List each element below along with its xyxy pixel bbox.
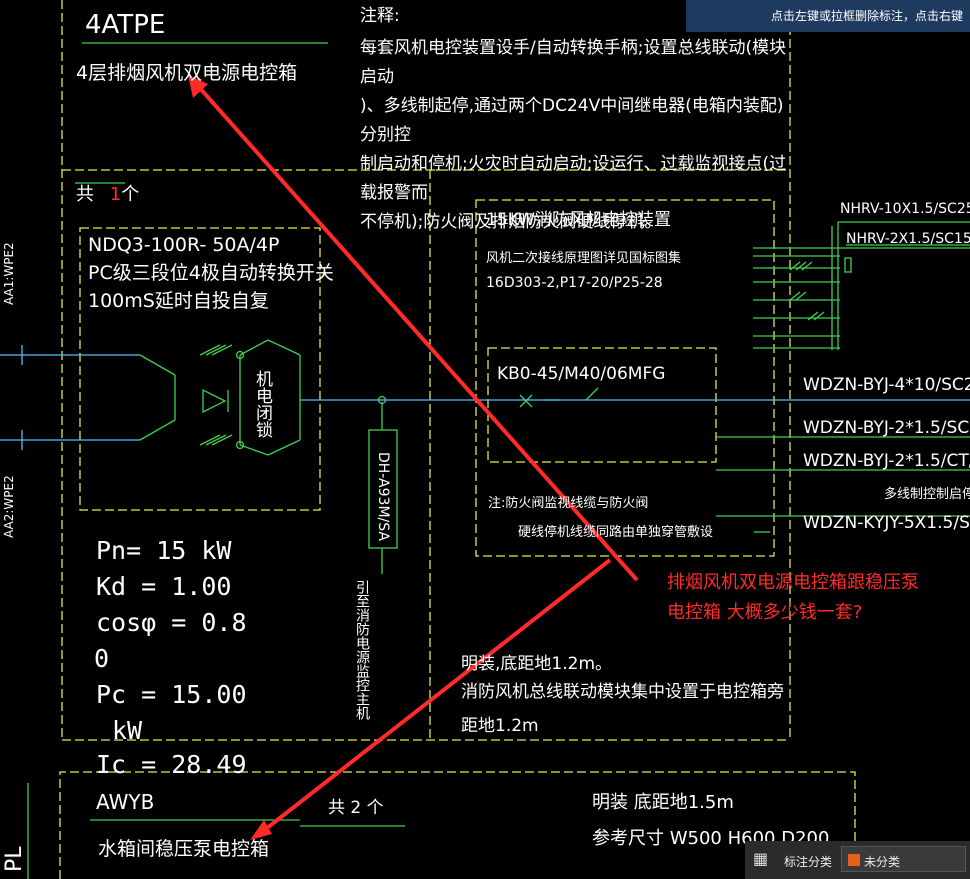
param-pc: Pc = 15.00 bbox=[96, 680, 247, 709]
param-pc-unit: kW bbox=[112, 716, 143, 745]
question-line-1: 排烟风机双电源电控箱跟稳压泵 bbox=[667, 572, 919, 593]
panel-name-pump: 水箱间稳压泵电控箱 bbox=[98, 838, 270, 860]
fire-link-label: 引至消防电源监控主机 bbox=[354, 580, 370, 720]
fan-device-ref: 风机二次接线原理图详见国标图集 bbox=[486, 251, 682, 266]
note-line: )、多线制起停,通过两个DC24V中间继电器(电箱内装配)分别控 bbox=[360, 96, 784, 145]
note-text: 每套风机电控装置设手/自动转换手柄;设置总线联动(模块启动 )、多线制起停,通过… bbox=[360, 34, 790, 237]
switch-spec-delay: 100mS延时自投自复 bbox=[88, 290, 269, 312]
note-line: 每套风机电控装置设手/自动转换手柄;设置总线联动(模块启动 bbox=[360, 38, 787, 87]
cable-nhrv-10: NHRV-10X1.5/SC25 bbox=[840, 201, 970, 217]
switch-spec-type: PC级三段位4极自动转换开关 bbox=[88, 262, 334, 284]
interlock-label: 机电闭锁 bbox=[252, 370, 272, 438]
quantity-label: 共 1个 bbox=[76, 186, 139, 204]
cable-control-3: WDZN-KYJY-5X1.5/S bbox=[803, 513, 970, 533]
panel-code-awyb: AWYB bbox=[96, 790, 155, 814]
param-cos-cont: 0 bbox=[94, 644, 110, 673]
pl-label: PL bbox=[2, 846, 27, 872]
pump-quantity: 共 2 个 bbox=[328, 798, 384, 818]
quantity-suffix: 个 bbox=[121, 184, 140, 205]
feeder-aa2: AA2:WPE2 bbox=[2, 475, 16, 538]
note-heading: 注释: bbox=[360, 6, 400, 26]
contactor-model: KB0-45/M40/06MFG bbox=[497, 364, 666, 384]
cable-power: WDZN-BYJ-4*10/SC2 bbox=[803, 375, 970, 395]
param-cos: cosφ = 0.8 bbox=[96, 608, 247, 637]
annotation-category-label: 标注分类 bbox=[784, 855, 833, 869]
cable-control-1: WDZN-BYJ-2*1.5/SC1 bbox=[803, 418, 970, 438]
annotation-category-bar: ▦ 标注分类 未分类 bbox=[745, 841, 970, 879]
param-ic: Ic = 28.49 bbox=[96, 750, 247, 779]
install-note-1: 明装,底距地1.2m。 bbox=[461, 654, 612, 674]
param-kd: Kd = 1.00 bbox=[96, 572, 232, 601]
install-note-2: 消防风机总线联动模块集中设置于电控箱旁 bbox=[461, 682, 784, 702]
fan-device-note2: 硬线停机线缆同路由单独穿管敷设 bbox=[518, 525, 714, 540]
panel-name-smoke-fan: 4层排烟风机双电源电控箱 bbox=[76, 62, 298, 84]
cable-control-2: WDZN-BYJ-2*1.5/CT/ bbox=[803, 451, 970, 471]
category-dropdown[interactable]: 未分类 bbox=[841, 846, 966, 872]
grid-icon[interactable]: ▦ bbox=[753, 851, 769, 867]
quantity-prefix: 共 bbox=[76, 184, 94, 205]
question-line-2: 电控箱 大概多少钱一套? bbox=[667, 602, 863, 623]
panel-code-4atpe: 4ATPE bbox=[85, 10, 166, 40]
module-label: DH-A93M/SA bbox=[375, 452, 391, 541]
category-value: 未分类 bbox=[864, 855, 901, 869]
fan-device-pages: 16D303-2,P17-20/P25-28 bbox=[486, 275, 663, 291]
cable-nhrv-2: NHRV-2X1.5/SC15 bbox=[846, 231, 970, 247]
pump-install: 明装 底距地1.5m bbox=[592, 792, 734, 813]
feeder-aa1: AA1:WPE2 bbox=[2, 242, 16, 305]
category-color-swatch bbox=[848, 854, 860, 866]
fan-device-title: 15KW消防风机电控装置 bbox=[486, 210, 671, 230]
fan-device-note1: 注:防火阀监视线缆与防火阀 bbox=[488, 496, 649, 511]
param-pn: Pn= 15 kW bbox=[96, 536, 232, 565]
quantity-number: 1 bbox=[109, 184, 122, 205]
note-line: 制启动和停机;火灾时自动启动;设运行、过载监视接点(过载报警而 bbox=[360, 154, 787, 203]
multiwire-label: 多线制控制启停, bbox=[884, 487, 970, 502]
delete-annotation-hint[interactable]: 点击左键或拉框删除标注，点击右键 bbox=[686, 0, 970, 32]
install-note-3: 距地1.2m bbox=[461, 716, 539, 736]
switch-spec-model: NDQ3-100R- 50A/4P bbox=[88, 234, 280, 256]
